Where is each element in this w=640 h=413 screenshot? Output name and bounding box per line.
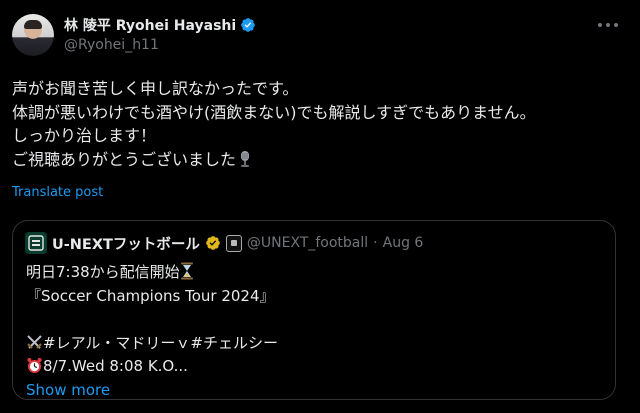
post-line: 体調が悪いわけでも酒やけ(酒飲まない)でも解説しすぎでもありません。: [12, 102, 536, 122]
alarm-clock-icon: [27, 358, 42, 373]
quoted-line: 明日7:38から配信開始: [26, 261, 606, 285]
post-line: ご視聴ありがとうございました: [12, 148, 632, 172]
more-options-icon[interactable]: [598, 18, 618, 32]
quoted-handle[interactable]: @UNEXT_football: [247, 235, 368, 251]
post-line: 声がお聞き苦しく申し訳なかったです。: [12, 79, 299, 98]
studio-microphone-icon: [241, 150, 250, 167]
post-text: 声がお聞き苦しく申し訳なかったです。 体調が悪いわけでも酒やけ(酒飲まない)でも…: [12, 77, 632, 171]
quoted-line: 『Soccer Champions Tour 2024』: [26, 286, 275, 305]
separator-dot: ·: [373, 235, 378, 251]
quoted-line-text: #レアル・マドリーｖ#チェルシー: [43, 333, 278, 352]
quoted-line: 8/7.Wed 8:08 K.O...: [26, 355, 606, 379]
author-display-name[interactable]: 林 陵平 Ryohei Hayashi: [64, 15, 236, 35]
crossed-swords-icon: [27, 334, 42, 349]
quoted-post-text: 明日7:38から配信開始 『Soccer Champions Tour 2024…: [26, 261, 606, 402]
quoted-display-name[interactable]: U-NEXTフットボール: [52, 233, 200, 254]
hourglass-icon: [180, 262, 193, 280]
author-name-row[interactable]: 林 陵平 Ryohei Hayashi: [64, 16, 256, 34]
gold-verified-badge-icon[interactable]: [205, 235, 221, 251]
quoted-date[interactable]: Aug 6: [383, 235, 424, 251]
verified-badge-icon[interactable]: [240, 17, 256, 33]
unext-logo-icon[interactable]: [25, 232, 47, 254]
affiliate-badge-icon[interactable]: [225, 234, 242, 252]
author-avatar[interactable]: [12, 14, 54, 56]
translate-post-link[interactable]: Translate post: [12, 185, 103, 200]
quoted-line-text: 8/7.Wed 8:08 K.O...: [43, 357, 188, 375]
quoted-line-text: 明日7:38から配信開始: [26, 263, 180, 281]
post-line: しっかり治します！: [12, 126, 157, 145]
show-more-link[interactable]: Show more: [26, 381, 110, 399]
quoted-post-header: U-NEXTフットボール @UNEXT_football · Aug 6: [25, 232, 423, 254]
quoted-post-card[interactable]: U-NEXTフットボール @UNEXT_football · Aug 6 明日7…: [12, 220, 616, 400]
quoted-line: [26, 308, 606, 332]
post-line-text: ご視聴ありがとうございました: [12, 149, 237, 169]
show-more-row: Show more: [26, 379, 606, 403]
quoted-line: #レアル・マドリーｖ#チェルシー: [26, 332, 606, 356]
author-handle[interactable]: @Ryohei_h11: [64, 37, 159, 53]
